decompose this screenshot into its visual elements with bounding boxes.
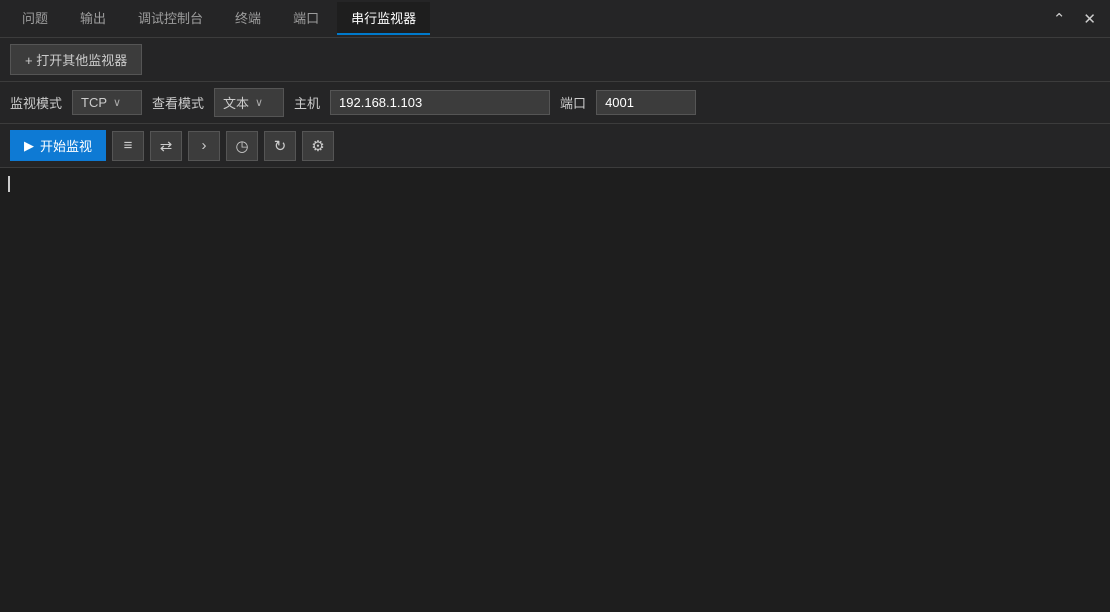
toolbar-settings: 监视模式 TCP ∨ 查看模式 文本 ∨ 主机 端口 xyxy=(0,82,1110,124)
port-input[interactable] xyxy=(596,90,696,115)
port-label: 端口 xyxy=(560,93,586,112)
start-label: 开始监视 xyxy=(40,136,92,155)
view-mode-label: 查看模式 xyxy=(152,93,204,112)
connect-icon: ⇄ xyxy=(160,137,173,155)
tab-terminal[interactable]: 终端 xyxy=(221,2,275,35)
start-icon: ▶ xyxy=(24,138,34,154)
text-cursor xyxy=(8,176,10,192)
list-icon-button[interactable]: ≡ xyxy=(112,131,144,161)
monitor-mode-dropdown[interactable]: TCP ∨ xyxy=(72,90,142,115)
host-label: 主机 xyxy=(294,93,320,112)
minimize-button[interactable]: ⌃ xyxy=(1047,8,1072,30)
view-mode-chevron-icon: ∨ xyxy=(255,96,263,109)
start-monitor-button[interactable]: ▶ 开始监视 xyxy=(10,130,106,161)
toolbar-open-monitor: + 打开其他监视器 xyxy=(0,38,1110,82)
tab-serial-monitor[interactable]: 串行监视器 xyxy=(337,2,430,35)
settings-icon: ⚙ xyxy=(311,137,324,155)
view-mode-value: 文本 xyxy=(223,93,249,112)
tab-debug-console[interactable]: 调试控制台 xyxy=(124,2,217,35)
main-content xyxy=(0,168,1110,612)
clock-icon: ◷ xyxy=(235,137,248,155)
open-monitor-button[interactable]: + 打开其他监视器 xyxy=(10,44,142,75)
refresh-icon-button[interactable]: ↻ xyxy=(264,131,296,161)
monitor-mode-label: 监视模式 xyxy=(10,93,62,112)
clock-icon-button[interactable]: ◷ xyxy=(226,131,258,161)
refresh-icon: ↻ xyxy=(274,137,287,155)
settings-icon-button[interactable]: ⚙ xyxy=(302,131,334,161)
arrow-icon: › xyxy=(202,137,207,154)
view-mode-dropdown[interactable]: 文本 ∨ xyxy=(214,88,284,117)
tab-output[interactable]: 输出 xyxy=(66,2,120,35)
window-controls: ⌃ ✕ xyxy=(1047,8,1102,30)
toolbar-controls: ▶ 开始监视 ≡ ⇄ › ◷ ↻ ⚙ xyxy=(0,124,1110,168)
tab-ports[interactable]: 端口 xyxy=(279,2,333,35)
tab-list: 问题 输出 调试控制台 终端 端口 串行监视器 xyxy=(8,2,430,35)
host-input[interactable] xyxy=(330,90,550,115)
arrow-icon-button[interactable]: › xyxy=(188,131,220,161)
close-button[interactable]: ✕ xyxy=(1077,8,1102,30)
list-icon: ≡ xyxy=(124,137,133,154)
monitor-mode-value: TCP xyxy=(81,95,107,110)
connect-icon-button[interactable]: ⇄ xyxy=(150,131,182,161)
tab-issues[interactable]: 问题 xyxy=(8,2,62,35)
tab-bar: 问题 输出 调试控制台 终端 端口 串行监视器 ⌃ ✕ xyxy=(0,0,1110,38)
monitor-mode-chevron-icon: ∨ xyxy=(113,96,121,109)
